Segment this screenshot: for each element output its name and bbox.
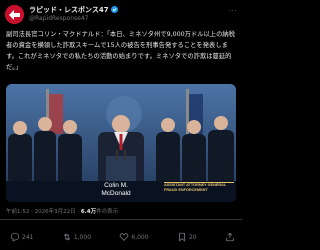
reply-icon [10,232,20,242]
video-speaker-name: Colin M. McDonald [101,182,131,197]
post-header: ラピッド・レスポンス47 @RapidResponse47 ··· [5,3,237,25]
post-metadata: 午前1:52 · 2026年3月22日 · 6.4万件の表示 [6,209,119,215]
share-icon [226,232,234,242]
author-handle[interactable]: @RapidResponse47 [29,15,88,22]
verified-badge-icon [110,5,118,15]
video-lower-third: Colin M. McDonald ASSISTANT ATTORNEY GEN… [6,181,236,202]
video-player[interactable]: Colin M. McDonald ASSISTANT ATTORNEY GEN… [6,84,236,202]
heart-icon [120,233,129,241]
avatar-logo-icon [5,5,24,24]
divider [0,219,242,220]
bookmark-count: 20 [188,233,197,241]
video-speaker-title: ASSISTANT ATTORNEY GENERAL FRAUD ENFORCE… [164,183,227,192]
bookmark-button[interactable]: 20 [177,232,197,242]
action-bar: 241 1,000 6,000 20 [10,230,235,244]
author-name-row[interactable]: ラピッド・レスポンス47 [29,5,118,15]
avatar[interactable] [5,5,24,24]
more-options-icon[interactable]: ··· [229,7,237,15]
share-button[interactable] [225,232,235,242]
repost-button[interactable]: 1,000 [62,232,91,242]
views-label: 件の表示 [96,209,119,215]
display-name[interactable]: ラピッド・レスポンス47 [29,5,109,15]
like-count: 6,000 [131,233,149,241]
reply-count: 241 [22,233,34,241]
repost-count: 1,000 [73,233,92,241]
post-timestamp[interactable]: 午前1:52 · 2026年3月22日 [6,209,76,215]
reply-button[interactable]: 241 [10,232,33,242]
views-count: 6.4万 [80,209,97,215]
bookmark-icon [179,232,185,242]
repost-icon [63,233,71,241]
like-button[interactable]: 6,000 [119,232,149,242]
post-text: 副司法長官コリン・マクドナルド：「本日、ミネソタ州で9,000万ドル以上の納税者… [6,31,235,71]
